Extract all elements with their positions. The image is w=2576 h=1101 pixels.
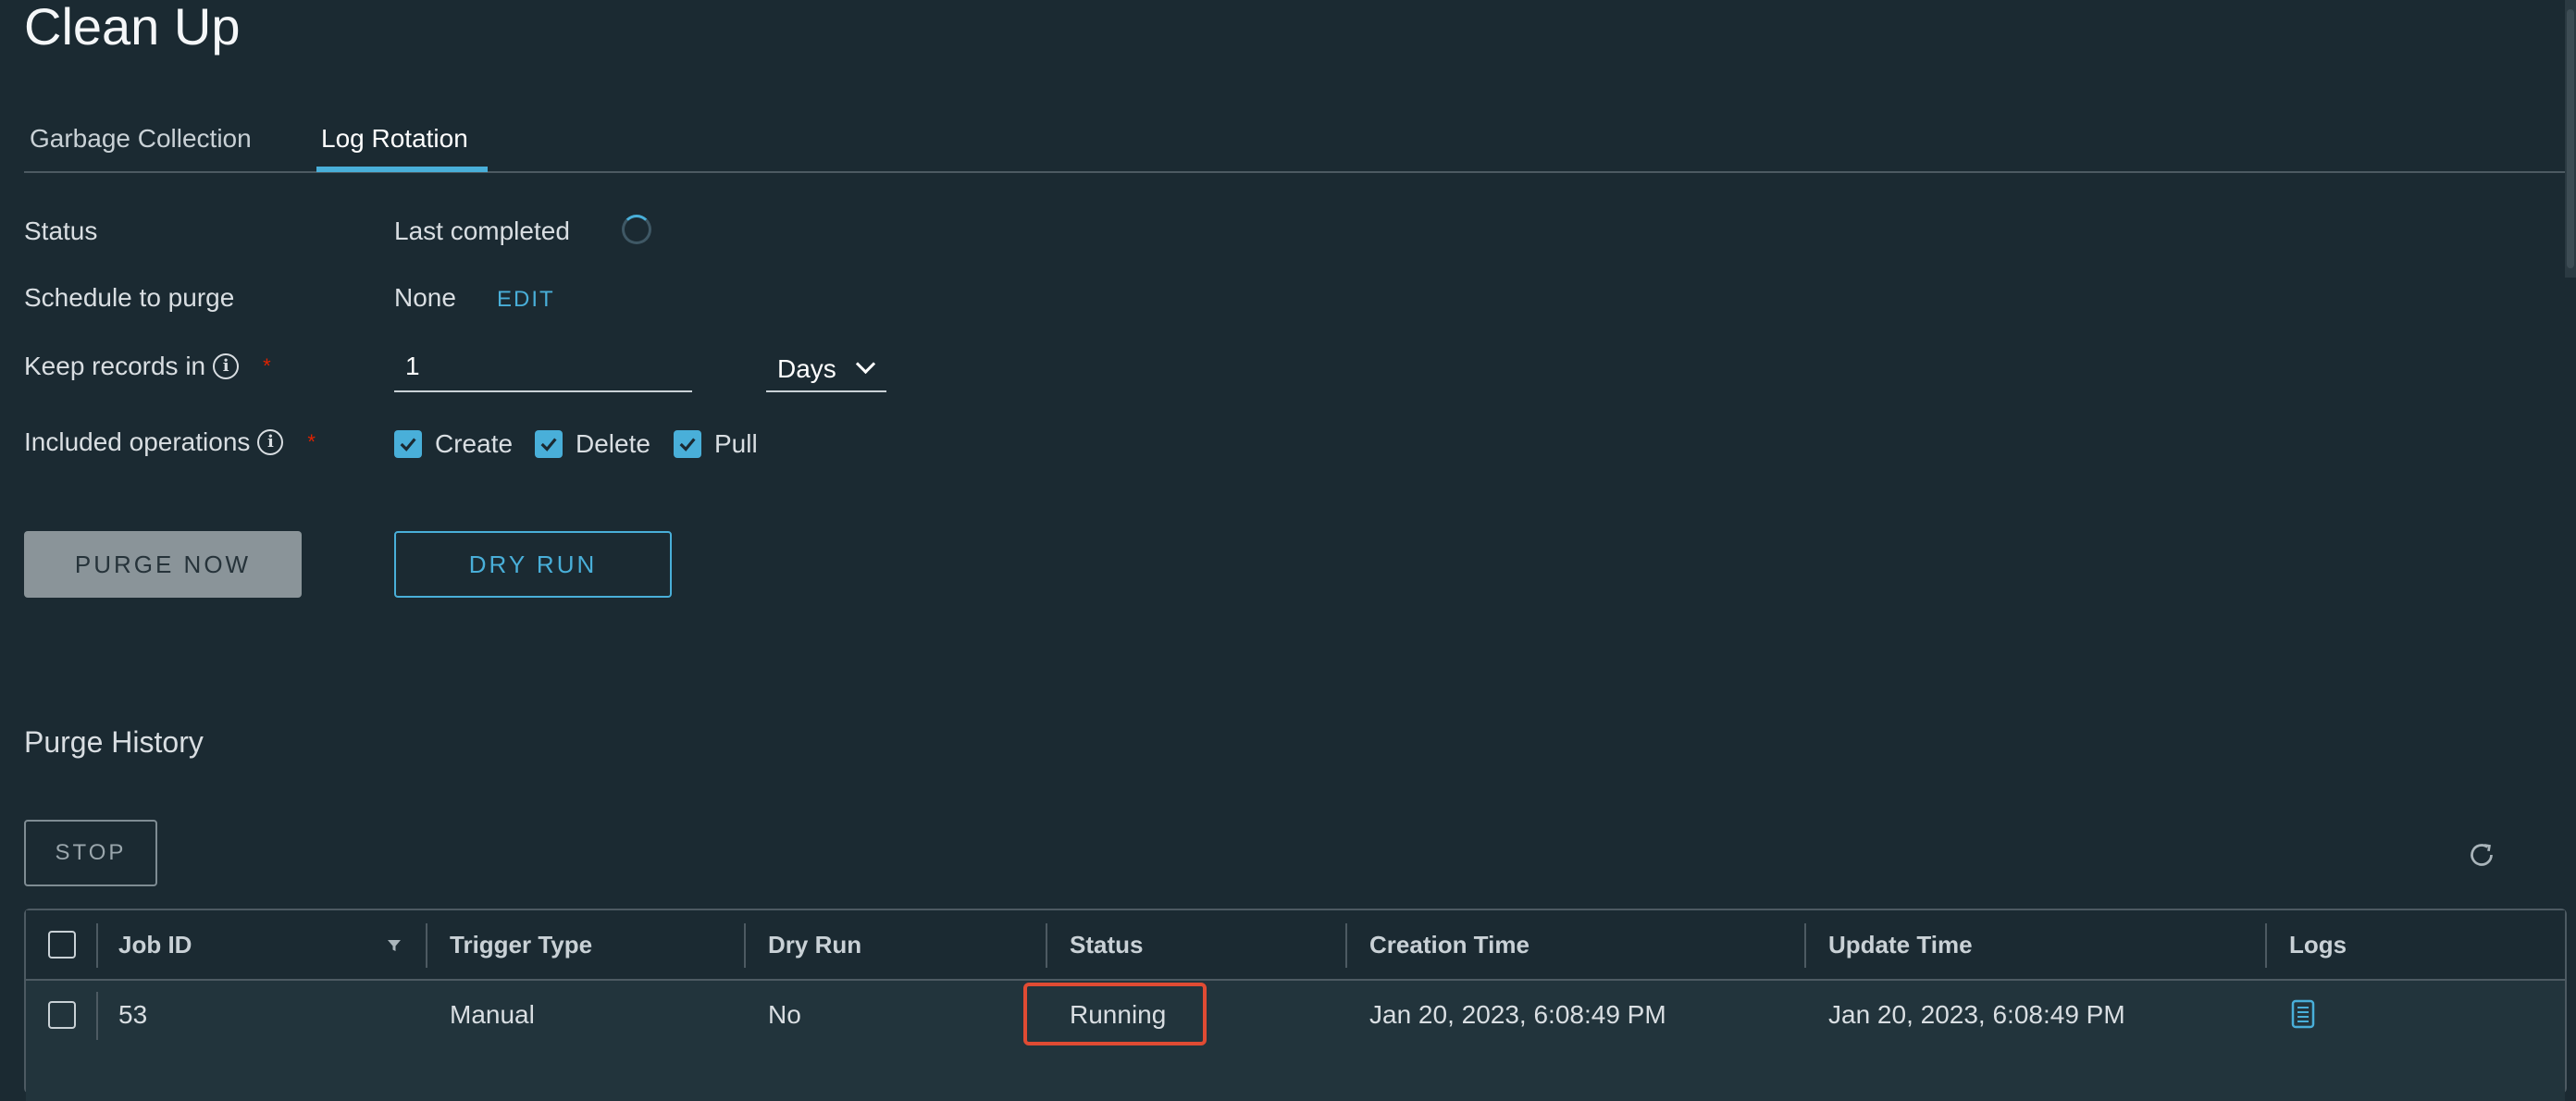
- row-separator: [96, 992, 98, 1040]
- active-tab-indicator: [316, 167, 488, 172]
- checkmark-icon: [400, 438, 416, 452]
- spinner-icon: [622, 215, 651, 244]
- row-select-checkbox[interactable]: [48, 1001, 76, 1029]
- delete-label: Delete: [576, 429, 650, 458]
- purge-history-title: Purge History: [24, 725, 204, 759]
- column-header-creation-time[interactable]: Creation Time: [1369, 929, 1530, 960]
- op-delete[interactable]: Delete: [535, 427, 650, 461]
- status-highlight-box: [1023, 983, 1207, 1045]
- column-separator: [744, 923, 746, 968]
- edit-schedule-link[interactable]: EDIT: [497, 283, 555, 316]
- page-scrollbar[interactable]: [2565, 0, 2576, 278]
- column-header-update-time[interactable]: Update Time: [1828, 929, 1973, 960]
- info-icon[interactable]: i: [213, 353, 240, 379]
- tab-garbage-collection[interactable]: Garbage Collection: [30, 122, 252, 155]
- column-header-trigger-type[interactable]: Trigger Type: [450, 929, 592, 960]
- column-separator: [1804, 923, 1806, 968]
- op-pull[interactable]: Pull: [674, 427, 758, 461]
- column-header-status[interactable]: Status: [1070, 929, 1143, 960]
- tab-log-rotation[interactable]: Log Rotation: [321, 122, 468, 155]
- column-separator: [1046, 923, 1047, 968]
- required-mark: *: [307, 430, 316, 453]
- column-separator: [2265, 923, 2267, 968]
- cell-update-time: Jan 20, 2023, 6:08:49 PM: [1828, 1000, 2125, 1029]
- schedule-label: Schedule to purge: [24, 283, 235, 312]
- refresh-icon[interactable]: [2465, 838, 2498, 872]
- create-checkbox[interactable]: [394, 430, 422, 458]
- scrollbar-thumb[interactable]: [2567, 9, 2574, 268]
- page-title: Clean Up: [24, 0, 241, 56]
- column-header-job-id[interactable]: Job ID: [118, 929, 192, 960]
- keep-unit-value: Days: [777, 354, 836, 383]
- select-all-checkbox[interactable]: [48, 931, 76, 959]
- checkmark-icon: [540, 438, 557, 452]
- table-row: 53 Manual No Running Jan 20, 2023, 6:08:…: [26, 981, 2565, 1101]
- cell-dry-run: No: [768, 1000, 801, 1029]
- info-icon[interactable]: i: [257, 429, 284, 455]
- filter-icon[interactable]: [385, 936, 403, 955]
- column-separator: [426, 923, 427, 968]
- included-ops-label: Included operations: [24, 427, 251, 456]
- cell-trigger-type: Manual: [450, 1000, 535, 1029]
- status-value: Last completed: [394, 216, 570, 245]
- cell-creation-time: Jan 20, 2023, 6:08:49 PM: [1369, 1000, 1666, 1029]
- schedule-value: None: [394, 283, 456, 312]
- required-mark: *: [263, 354, 271, 377]
- included-ops-row-label: Included operations i *: [24, 426, 316, 459]
- keep-records-input-wrapper: [394, 348, 692, 392]
- purge-history-grid: Job ID Trigger Type Dry Run Status Creat…: [24, 909, 2567, 1101]
- column-separator: [96, 923, 98, 968]
- chevron-down-icon: [855, 353, 876, 375]
- checkmark-icon: [679, 438, 696, 452]
- column-header-dry-run[interactable]: Dry Run: [768, 929, 861, 960]
- cell-job-id: 53: [118, 1000, 148, 1029]
- op-create[interactable]: Create: [394, 427, 513, 461]
- column-separator: [1345, 923, 1347, 968]
- grid-header: Job ID Trigger Type Dry Run Status Creat…: [26, 910, 2565, 981]
- keep-records-row-label: Keep records in i *: [24, 350, 271, 383]
- pull-checkbox[interactable]: [674, 430, 701, 458]
- keep-records-input[interactable]: [394, 348, 692, 385]
- status-label: Status: [24, 216, 98, 245]
- delete-checkbox[interactable]: [535, 430, 563, 458]
- pull-label: Pull: [714, 429, 758, 458]
- dry-run-button[interactable]: DRY RUN: [394, 531, 672, 598]
- column-header-logs: Logs: [2289, 931, 2347, 959]
- keep-records-label: Keep records in: [24, 352, 206, 380]
- keep-unit-select[interactable]: Days: [766, 348, 886, 392]
- log-file-icon[interactable]: [2291, 999, 2315, 1029]
- stop-button[interactable]: STOP: [24, 820, 157, 886]
- create-label: Create: [435, 429, 514, 458]
- purge-now-button[interactable]: PURGE NOW: [24, 531, 302, 598]
